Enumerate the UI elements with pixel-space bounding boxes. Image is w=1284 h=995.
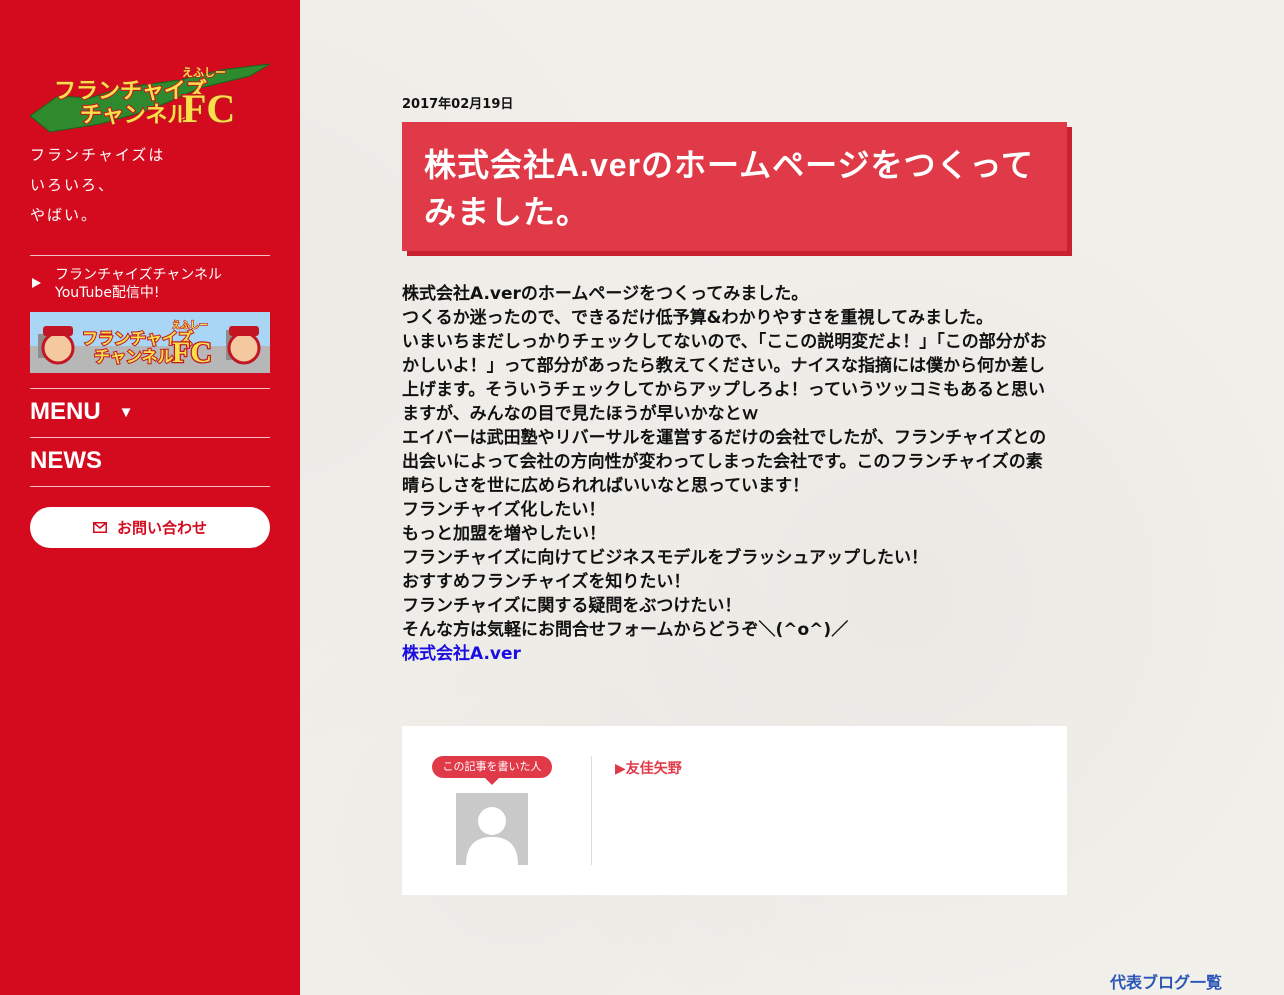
sidebar-divider bbox=[30, 486, 270, 487]
sidebar-divider bbox=[30, 255, 270, 256]
author-divider bbox=[591, 756, 592, 865]
post-title: 株式会社A.verのホームページをつくってみました。 bbox=[424, 147, 1034, 230]
author-card: この記事を書いた人 ▶友佳矢野 bbox=[402, 726, 1067, 895]
mail-icon bbox=[92, 522, 107, 533]
play-icon bbox=[32, 278, 41, 288]
mascot-left bbox=[41, 331, 75, 365]
youtube-link-line1: フランチャイズチャンネル bbox=[55, 267, 223, 283]
post-body: 株式会社A.verのホームページをつくってみました。 つくるか迷ったので、できる… bbox=[402, 282, 1052, 666]
post-paragraph: いまいちまだしっかりチェックしてないので、「ここの説明変だよ！」「この部分がおか… bbox=[402, 332, 1047, 424]
chevron-down-icon: ▼ bbox=[118, 403, 134, 421]
youtube-link[interactable]: フランチャイズチャンネル YouTube配信中! bbox=[30, 266, 270, 302]
logo-line2: チャンネル bbox=[80, 102, 189, 127]
company-link[interactable]: 株式会社A.ver bbox=[402, 644, 521, 664]
youtube-banner[interactable]: フランチャイズ チャンネル FC えふしー bbox=[30, 312, 270, 373]
menu-label: MENU bbox=[30, 398, 101, 425]
author-badge: この記事を書いた人 bbox=[432, 756, 552, 785]
banner-badge: FC bbox=[172, 336, 212, 369]
tagline-line: いろいろ、 bbox=[30, 176, 116, 194]
post-paragraph: フランチャイズに関する疑問をぶつけたい！ bbox=[402, 596, 742, 616]
logo-small: えふしー bbox=[182, 66, 226, 79]
avatar bbox=[456, 793, 528, 865]
post-paragraph: もっと加盟を増やしたい！ bbox=[402, 524, 606, 544]
post-paragraph: そんな方は気軽にお問合せフォームからどうぞ＼(^o^)／ bbox=[402, 620, 849, 640]
post-paragraph: エイバーは武田塾やリバーサルを運営するだけの会社でしたが、フランチャイズとの出会… bbox=[402, 428, 1047, 496]
contact-button[interactable]: お問い合わせ bbox=[30, 507, 270, 548]
menu-toggle[interactable]: MENU ▼ bbox=[30, 398, 270, 426]
site-logo[interactable]: フランチャイズ チャンネル FC えふしー bbox=[30, 58, 270, 134]
sidebar: フランチャイズ チャンネル FC えふしー フランチャイズは いろいろ、 やばい… bbox=[0, 0, 300, 995]
sidebar-divider bbox=[30, 388, 270, 389]
author-name-link[interactable]: ▶友佳矢野 bbox=[615, 758, 682, 778]
blog-list-link[interactable]: 代表ブログ一覧 bbox=[1110, 969, 1222, 993]
tagline-line: やばい。 bbox=[30, 206, 99, 224]
post-date: 2017年02月19日 bbox=[402, 97, 514, 112]
user-icon bbox=[466, 807, 518, 865]
post-paragraph: つくるか迷ったので、できるだけ低予算&わかりやすさを重視してみました。 bbox=[402, 308, 993, 328]
banner-line2: チャンネル bbox=[94, 348, 174, 366]
nav-news[interactable]: NEWS bbox=[30, 447, 270, 475]
mascot-right bbox=[227, 331, 261, 365]
post-paragraph: 株式会社A.verのホームページをつくってみました。 bbox=[402, 284, 809, 304]
post-title-box: 株式会社A.verのホームページをつくってみました。 bbox=[402, 122, 1067, 251]
tagline-line: フランチャイズは bbox=[30, 146, 166, 164]
youtube-link-line2: YouTube配信中! bbox=[55, 285, 160, 301]
sidebar-divider bbox=[30, 437, 270, 438]
post-paragraph: フランチャイズに向けてビジネスモデルをブラッシュアップしたい！ bbox=[402, 548, 928, 568]
logo-badge: FC bbox=[182, 86, 235, 131]
post-paragraph: フランチャイズ化したい！ bbox=[402, 500, 606, 520]
banner-small: えふしー bbox=[172, 320, 208, 331]
news-label: NEWS bbox=[30, 447, 102, 474]
post-paragraph: おすすめフランチャイズを知りたい！ bbox=[402, 572, 691, 592]
site-tagline: フランチャイズは いろいろ、 やばい。 bbox=[30, 140, 165, 230]
contact-label: お問い合わせ bbox=[116, 519, 207, 537]
